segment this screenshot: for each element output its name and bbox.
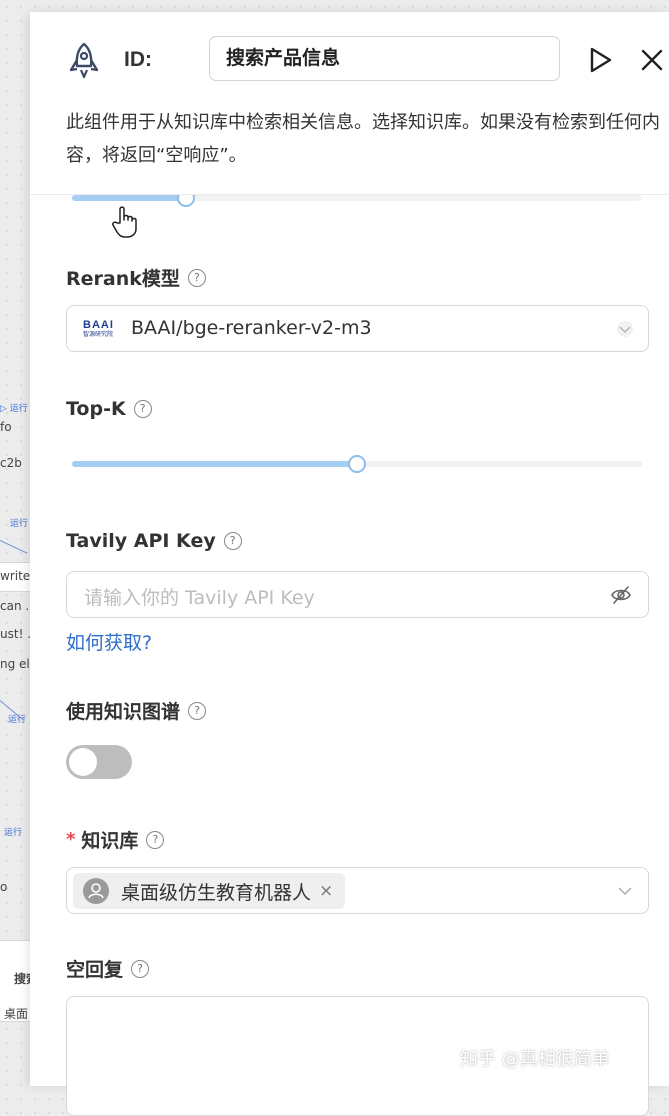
canvas-node-text: o <box>0 880 8 894</box>
knowledge-base-tag: 桌面级仿生教育机器人 × <box>73 873 346 909</box>
top-k-label: Top-K ? <box>66 398 152 420</box>
question-circle-icon[interactable]: ? <box>133 400 152 418</box>
id-label: ID: <box>124 48 152 71</box>
toggle-knob <box>69 748 97 776</box>
baai-logo-text: BAAI <box>83 319 114 331</box>
rocket-icon <box>69 42 99 79</box>
canvas-node-text: ng el <box>0 657 30 671</box>
slider-thumb[interactable] <box>348 455 366 473</box>
component-name-input[interactable]: 搜索产品信息 <box>209 36 560 81</box>
similarity-slider[interactable] <box>72 189 642 207</box>
question-circle-icon[interactable]: ? <box>188 701 207 720</box>
canvas-node-text: write <box>0 569 31 583</box>
canvas-node-text: 桌面 <box>4 1007 29 1021</box>
watermark: 知乎 @真相很简单 <box>460 1049 610 1070</box>
eye-off-icon[interactable] <box>610 585 632 605</box>
knowledge-graph-label-text: 使用知识图谱 <box>66 701 181 723</box>
tavily-api-key-input[interactable]: 请输入你的 Tavily API Key <box>66 571 649 618</box>
close-icon[interactable] <box>636 44 668 76</box>
panel-header: ID: 搜索产品信息 此组件用于从知识库中检索相关信息。选择知识库。如果没有检索… <box>30 12 669 195</box>
canvas-run-label[interactable]: 运行 <box>10 516 28 529</box>
chevron-down-icon[interactable] <box>616 320 634 338</box>
empty-response-label: 空回复 ? <box>66 955 150 982</box>
knowledge-base-label-text: 知识库 <box>81 830 139 852</box>
play-icon[interactable] <box>584 44 616 76</box>
baai-logo-subtext: 智源研究院 <box>83 331 114 338</box>
canvas-node-text: fo <box>0 420 12 434</box>
component-settings-panel: ID: 搜索产品信息 此组件用于从知识库中检索相关信息。选择知识库。如果没有检索… <box>30 12 669 1116</box>
question-circle-icon[interactable]: ? <box>146 830 165 849</box>
required-asterisk: * <box>66 829 76 850</box>
component-description: 此组件用于从知识库中检索相关信息。选择知识库。如果没有检索到任何内容，将返回“空… <box>66 112 660 166</box>
top-k-label-text: Top-K <box>66 398 126 420</box>
knowledge-base-select[interactable]: 桌面级仿生教育机器人 × <box>66 867 649 914</box>
top-k-slider[interactable] <box>72 455 642 473</box>
avatar <box>83 878 109 904</box>
hand-pointer-icon <box>112 206 137 238</box>
rerank-model-select[interactable]: BAAI 智源研究院 BAAI/bge-reranker-v2-m3 <box>66 305 649 352</box>
canvas-edge <box>0 540 28 554</box>
header-row: ID: 搜索产品信息 <box>30 36 669 84</box>
tavily-api-key-label: Tavily API Key ? <box>66 530 242 552</box>
rerank-label-text: Rerank模型 <box>66 268 180 290</box>
tavily-label-text: Tavily API Key <box>66 530 216 552</box>
remove-tag-icon[interactable]: × <box>319 881 333 901</box>
question-circle-icon[interactable]: ? <box>187 268 206 287</box>
tavily-api-key-placeholder: 请输入你的 Tavily API Key <box>84 587 315 609</box>
slider-fill <box>72 461 357 467</box>
knowledge-graph-toggle[interactable] <box>66 745 132 779</box>
canvas-run-label[interactable]: ▷ 运行 <box>0 401 28 414</box>
knowledge-base-label: * 知识库 ? <box>66 826 165 853</box>
knowledge-base-tag-label: 桌面级仿生教育机器人 <box>121 881 312 904</box>
user-icon <box>88 883 104 899</box>
question-circle-icon[interactable]: ? <box>131 959 150 978</box>
question-circle-icon[interactable]: ? <box>223 532 242 550</box>
tavily-help-link[interactable]: 如何获取? <box>66 628 152 655</box>
slider-fill <box>72 195 186 201</box>
rerank-model-value: BAAI/bge-reranker-v2-m3 <box>131 317 372 339</box>
baai-logo: BAAI 智源研究院 <box>83 320 121 340</box>
canvas-node-text: c2b <box>0 456 22 470</box>
chevron-down-icon[interactable] <box>616 882 634 900</box>
rerank-label: Rerank模型 ? <box>66 264 206 291</box>
empty-response-label-text: 空回复 <box>66 959 124 981</box>
knowledge-graph-label: 使用知识图谱 ? <box>66 697 207 724</box>
canvas-run-label[interactable]: 运行 <box>4 825 22 838</box>
